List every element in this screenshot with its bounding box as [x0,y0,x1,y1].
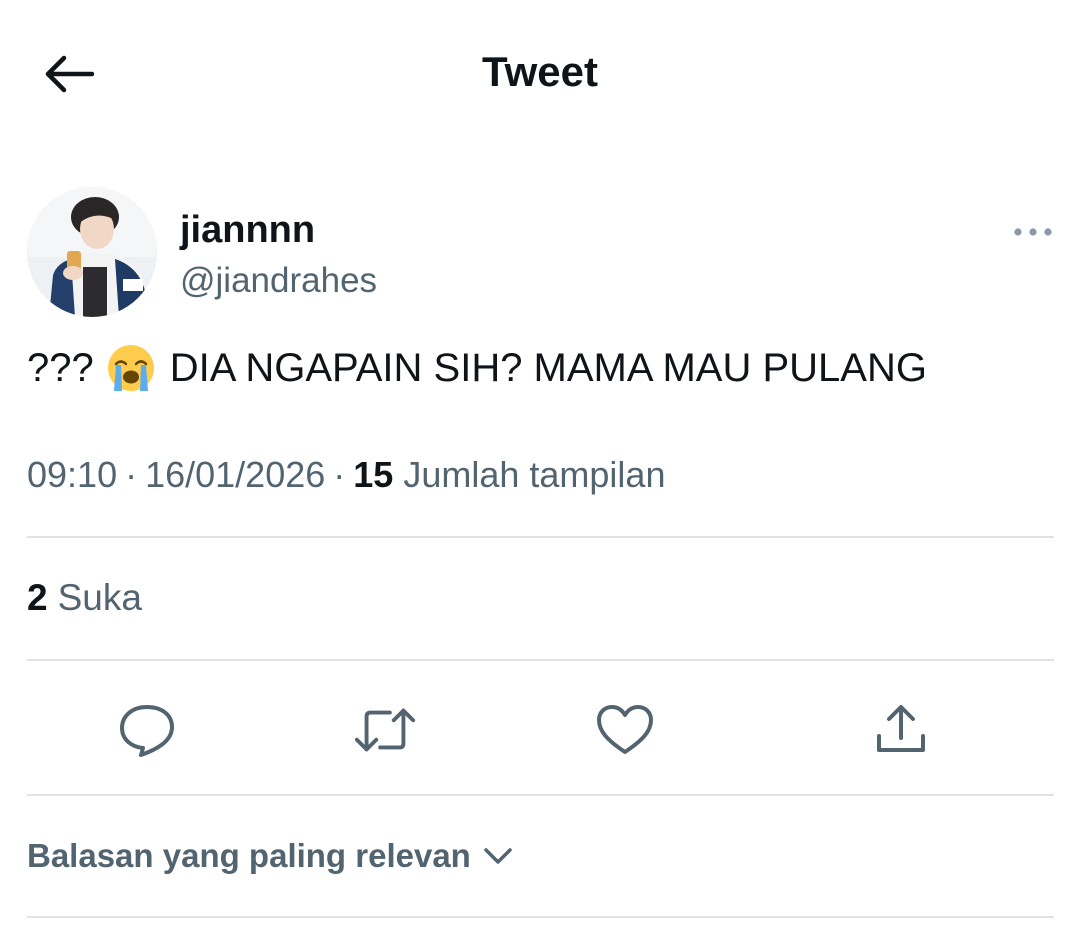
tweet-meta: 09:10 · 16/01/2026 · 15 Jumlah tampilan [27,454,1057,496]
meta-separator: · [333,454,346,495]
top-bar: Tweet [0,0,1080,145]
avatar-image [27,187,157,317]
tweet-time[interactable]: 09:10 [27,454,117,495]
share-icon [877,705,925,752]
more-dots-icon [1014,228,1052,236]
more-options-button[interactable] [1011,217,1055,247]
share-button[interactable] [869,698,933,762]
likes-label: Suka [57,577,142,618]
meta-separator: · [125,454,138,495]
replies-sort-label: Balasan yang paling relevan [27,837,471,874]
divider [27,536,1054,538]
retweet-button[interactable] [353,698,417,762]
tweet-author: jiannnn @jiandrahes [27,187,1053,319]
divider [27,659,1054,661]
loudly-crying-face-icon [107,345,154,391]
page-title: Tweet [482,48,598,95]
views-count: 15 [353,454,394,495]
avatar[interactable] [27,187,157,317]
reply-icon [120,705,174,757]
likes-summary[interactable]: 2 Suka [27,577,142,619]
reply-button[interactable] [115,698,179,762]
divider [27,794,1054,796]
tweet-detail-page: Tweet jiannnn @jiandrahes ??? DIA NGAPAI… [0,0,1080,943]
tweet-date[interactable]: 16/01/2026 [145,454,325,495]
views-label: Jumlah tampilan [403,454,666,495]
tweet-text-body: DIA NGAPAIN SIH? MAMA MAU PULANG [169,346,927,390]
tweet-text-prefix: ??? [27,346,94,390]
replies-sort-dropdown[interactable]: Balasan yang paling relevan [27,837,513,875]
likes-count: 2 [27,577,48,618]
author-display-name[interactable]: jiannnn [180,209,315,252]
author-handle[interactable]: @jiandrahes [180,261,377,301]
like-button[interactable] [593,698,657,762]
divider [27,916,1054,918]
retweet-icon [354,708,416,752]
tweet-action-bar [27,680,1054,780]
chevron-down-icon [483,846,513,866]
heart-icon [597,705,653,754]
tweet-text: ??? DIA NGAPAIN SIH? MAMA MAU PULANG [27,342,1057,394]
